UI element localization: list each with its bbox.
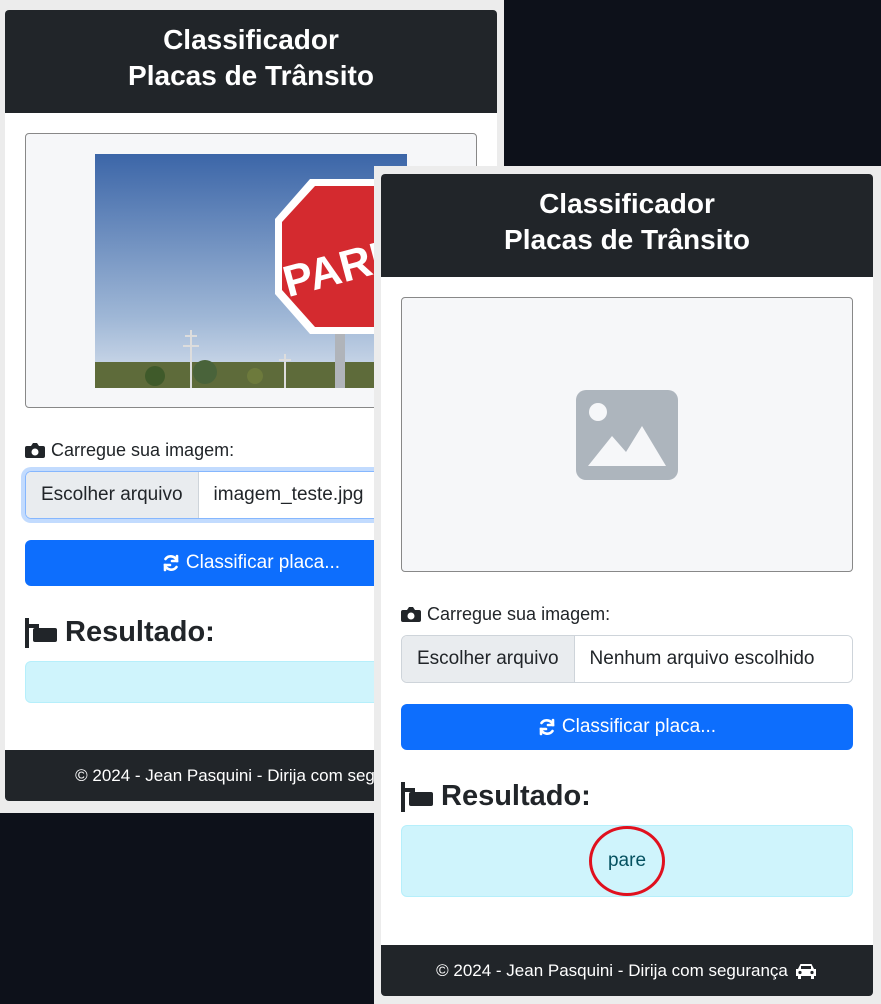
- title-line-1: Classificador: [163, 24, 339, 55]
- classify-button[interactable]: Classificar placa...: [401, 704, 853, 750]
- signpost-icon: [401, 781, 433, 812]
- classifier-card: Classificador Placas de Trânsito Carregu…: [381, 174, 873, 996]
- upload-label: Carregue sua imagem:: [401, 604, 853, 625]
- result-box: pare: [401, 825, 853, 897]
- file-name: Nenhum arquivo escolhido: [574, 636, 852, 682]
- classify-button-label: Classificar placa...: [185, 552, 341, 573]
- title-line-2: Placas de Trânsito: [504, 224, 750, 255]
- app-window-with-result: Classificador Placas de Trânsito Carregu…: [374, 166, 881, 1004]
- classify-button-label: Classificar placa...: [561, 716, 717, 737]
- image-placeholder-icon: [576, 390, 678, 480]
- signpost-icon: [25, 617, 57, 648]
- camera-icon: [25, 443, 45, 458]
- title-line-2: Placas de Trânsito: [128, 60, 374, 91]
- choose-file-button[interactable]: Escolher arquivo: [26, 472, 199, 518]
- result-heading-text: Resultado:: [65, 616, 215, 648]
- upload-label-text: Carregue sua imagem:: [51, 440, 235, 460]
- image-preview: [401, 297, 853, 572]
- red-circle-annotation: [589, 826, 665, 896]
- footer-text: © 2024 - Jean Pasquini - Dirija com segu…: [436, 960, 788, 980]
- refresh-icon: [163, 554, 179, 572]
- camera-icon: [401, 607, 421, 622]
- result-heading-text: Resultado:: [441, 780, 591, 812]
- choose-file-button[interactable]: Escolher arquivo: [402, 636, 575, 682]
- card-header: Classificador Placas de Trânsito: [5, 10, 497, 113]
- refresh-icon: [539, 718, 555, 736]
- uploaded-stop-sign-photo: PARE: [95, 154, 407, 388]
- footer: © 2024 - Jean Pasquini - Dirija com segu…: [381, 945, 873, 996]
- file-input[interactable]: Escolher arquivo Nenhum arquivo escolhid…: [401, 635, 853, 683]
- title-line-1: Classificador: [539, 188, 715, 219]
- result-heading: Resultado:: [401, 780, 853, 813]
- card-header: Classificador Placas de Trânsito: [381, 174, 873, 277]
- car-icon: [795, 963, 816, 979]
- upload-label-text: Carregue sua imagem:: [427, 604, 611, 624]
